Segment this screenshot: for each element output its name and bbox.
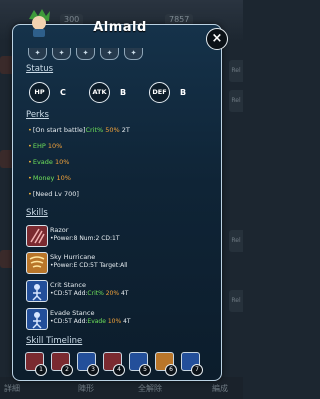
perk-item: •Evade 10% <box>28 158 70 166</box>
perk-item: •EHP 10% <box>28 142 63 150</box>
perk-requirement: [Need Lv 700] <box>32 190 79 198</box>
gem-slot-icon[interactable]: ✦ <box>124 48 143 60</box>
skill-description: •CD:5T Add:Crit% 20% 4T <box>50 290 129 297</box>
status-row: HP C ATK B DEF B <box>27 82 207 103</box>
perk-item: •[Need Lv 700] <box>28 190 79 198</box>
stance-icon <box>26 280 48 302</box>
perk-duration: 2T <box>119 126 130 134</box>
background-tab-4: Rel <box>229 290 243 312</box>
skill-evade-stance[interactable]: Evade Stance •CD:5T Add:Evade 10% 4T <box>26 308 206 330</box>
stat-hp-grade: C <box>60 88 66 97</box>
background-tab-1: Rel <box>229 60 243 82</box>
stat-atk: ATK B <box>89 82 126 103</box>
gem-slot-icon[interactable]: ✦ <box>52 48 71 60</box>
perk-value: 10% <box>47 142 63 150</box>
perk-condition: [On start battle] <box>32 126 86 134</box>
perks-heading: Perks <box>26 110 49 120</box>
perk-stat: Money <box>32 174 55 182</box>
skill-crit-stance[interactable]: Crit Stance •CD:5T Add:Crit% 20% 4T <box>26 280 206 302</box>
claw-icon <box>26 225 48 247</box>
skills-heading: Skills <box>26 208 48 218</box>
skill-description: •CD:5T Add:Evade 10% 4T <box>50 318 131 325</box>
perk-stat: Crit% <box>85 126 104 134</box>
skill-name: Sky Hurricane <box>50 253 96 261</box>
timeline-slot-number: 6 <box>165 364 177 376</box>
skill-razor[interactable]: Razor •Power:8 Num:2 CD:1T <box>26 225 206 247</box>
stance-icon <box>26 308 48 330</box>
stat-hp: HP C <box>29 82 66 103</box>
timeline-slot-number: 5 <box>139 364 151 376</box>
close-button[interactable]: × <box>206 28 228 50</box>
timeline-slot-number: 2 <box>61 364 73 376</box>
skill-name: Razor <box>50 226 69 234</box>
gem-slot-icon[interactable]: ✦ <box>100 48 119 60</box>
timeline-slot-number: 3 <box>87 364 99 376</box>
bottom-label-party: 編成 <box>212 384 228 393</box>
stat-def-grade: B <box>180 88 187 97</box>
stat-atk-grade: B <box>120 88 127 97</box>
perk-item: •Money 10% <box>28 174 71 182</box>
stat-def-badge: DEF <box>149 82 170 103</box>
skill-name: Crit Stance <box>50 281 86 289</box>
background-tab-2: Rel <box>229 90 243 112</box>
perk-stat: EHP <box>32 142 46 150</box>
character-avatar <box>29 9 50 37</box>
status-heading: Status <box>26 64 54 74</box>
bottom-label-formation: 陣形 <box>78 384 94 393</box>
stat-def: DEF B <box>149 82 186 103</box>
bottom-label-details: 詳細 <box>4 384 20 393</box>
perk-value: 50% <box>105 126 120 134</box>
perk-value: 10% <box>56 174 71 182</box>
skill-description: •Power:8 Num:2 CD:1T <box>50 235 120 242</box>
skill-timeline-heading: Skill Timeline <box>26 336 83 346</box>
skill-name: Evade Stance <box>50 309 95 317</box>
skill-description: •Power:E CD:5T Target:All <box>50 262 128 269</box>
timeline-slot-number: 7 <box>191 364 203 376</box>
character-name: Almald <box>93 20 147 35</box>
perk-stat: Evade <box>32 158 53 166</box>
stat-hp-badge: HP <box>29 82 50 103</box>
perk-value: 10% <box>54 158 70 166</box>
gem-slot-icon[interactable]: ✦ <box>28 48 47 60</box>
stat-atk-badge: ATK <box>89 82 110 103</box>
gem-slot-icon[interactable]: ✦ <box>76 48 95 60</box>
timeline-slot-number: 4 <box>113 364 125 376</box>
equipment-gem-row: ✦ ✦ ✦ ✦ ✦ <box>28 40 148 60</box>
perk-item: •[On start battle]Crit% 50% 2T <box>28 126 130 134</box>
timeline-slot-number: 1 <box>35 364 47 376</box>
skill-sky-hurricane[interactable]: Sky Hurricane •Power:E CD:5T Target:All <box>26 252 206 274</box>
bottom-label-release-all: 全解除 <box>138 384 162 393</box>
background-tab-3: Rel <box>229 230 243 252</box>
hurricane-icon <box>26 252 48 274</box>
